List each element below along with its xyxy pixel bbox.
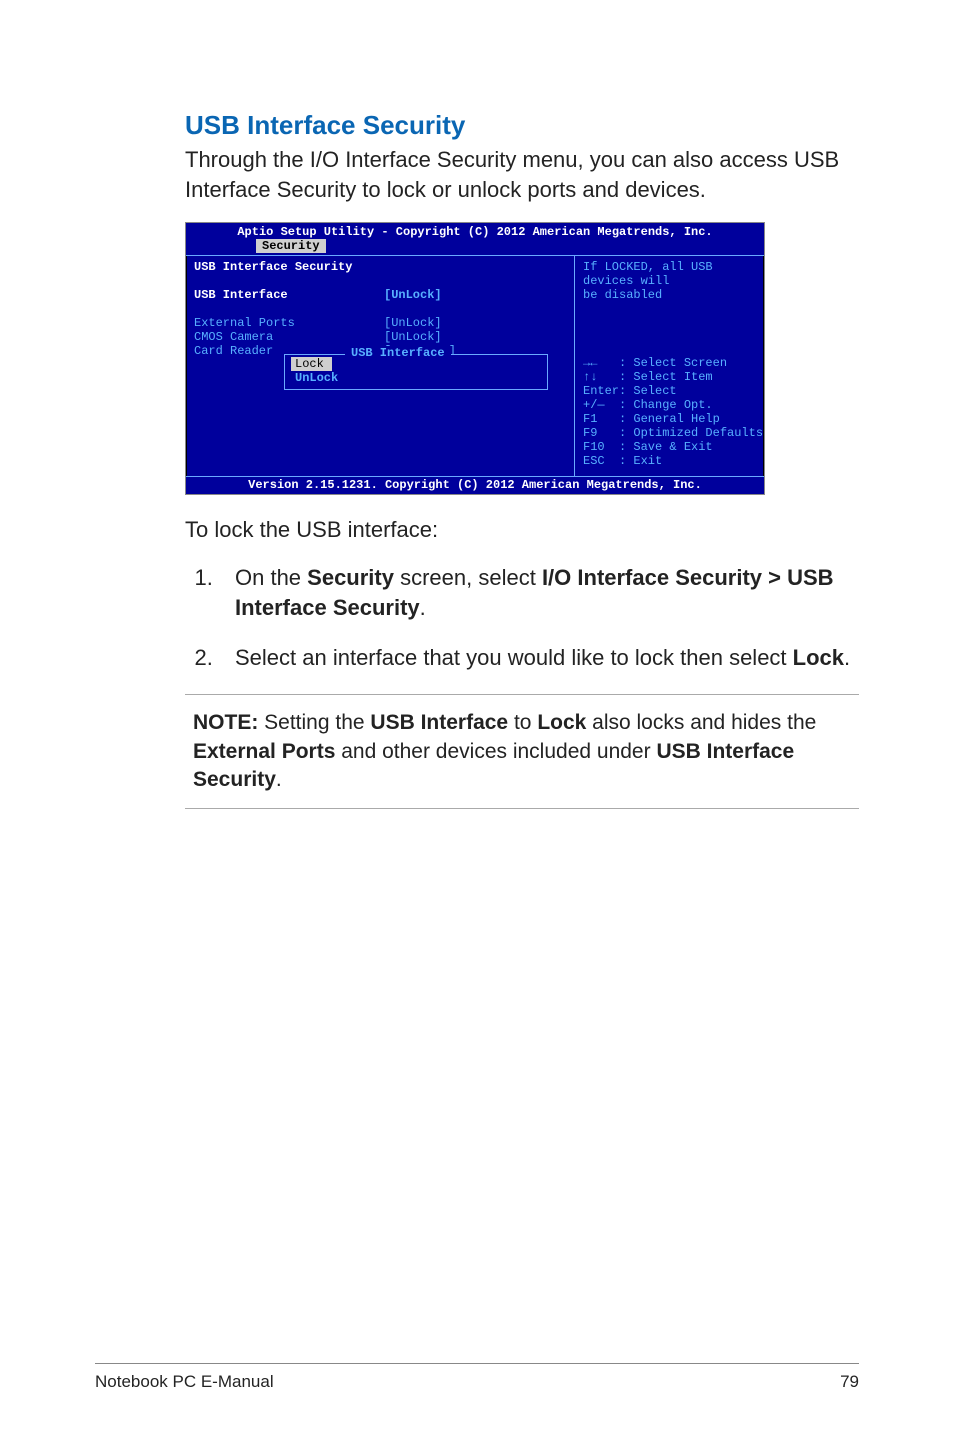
popup-option-unlock[interactable]: UnLock xyxy=(291,371,541,385)
row-value: [UnLock] xyxy=(384,316,442,330)
row-label: External Ports xyxy=(194,316,384,330)
page-footer: Notebook PC E-Manual 79 xyxy=(95,1363,859,1392)
bios-footer: Version 2.15.1231. Copyright (C) 2012 Am… xyxy=(186,477,764,494)
bios-right-pane: If LOCKED, all USB devices will be disab… xyxy=(575,256,764,476)
step-text: On the xyxy=(235,565,307,590)
note-text: to xyxy=(508,711,537,734)
bios-left-pane: USB Interface Security USB Interface [Un… xyxy=(186,256,575,476)
instruction-lead: To lock the USB interface: xyxy=(185,517,859,543)
step-2: Select an interface that you would like … xyxy=(219,643,859,673)
row-label: USB Interface xyxy=(194,288,384,302)
step-text: screen, select xyxy=(394,565,542,590)
help-exit: ESC : Exit xyxy=(583,454,758,468)
help-save-exit: F10 : Save & Exit xyxy=(583,440,758,454)
step-1: On the Security screen, select I/O Inter… xyxy=(219,563,859,622)
bios-setting-description: If LOCKED, all USB devices will be disab… xyxy=(583,260,758,302)
help-change-opt: +/— : Change Opt. xyxy=(583,398,758,412)
bios-row-cmos-camera[interactable]: CMOS Camera [UnLock] xyxy=(194,330,568,344)
row-label: CMOS Camera xyxy=(194,330,384,344)
popup-selected: Lock xyxy=(291,357,332,371)
row-value: [UnLock] xyxy=(384,330,442,344)
bold: Lock xyxy=(537,711,586,734)
bold: Security xyxy=(307,565,394,590)
bios-tab-row: Security xyxy=(186,239,764,255)
row-value: [UnLock] xyxy=(384,288,442,302)
bold: USB Interface xyxy=(370,711,508,734)
bios-screenshot: Aptio Setup Utility - Copyright (C) 2012… xyxy=(185,222,765,495)
help-optimized-defaults: F9 : Optimized Defaults xyxy=(583,426,758,440)
note-text: and other devices included under xyxy=(335,740,656,763)
bold: Lock xyxy=(793,645,844,670)
bios-row-usb-interface[interactable]: USB Interface [UnLock] xyxy=(194,288,568,302)
section-heading: USB Interface Security xyxy=(185,110,859,141)
bios-tab-security[interactable]: Security xyxy=(256,239,326,253)
help-select-item: ↑↓ : Select Item xyxy=(583,370,758,384)
note-text: also locks and hides the xyxy=(586,711,816,734)
footer-title: Notebook PC E-Manual xyxy=(95,1372,274,1392)
intro-paragraph: Through the I/O Interface Security menu,… xyxy=(185,145,859,204)
bios-row-external-ports[interactable]: External Ports [UnLock] xyxy=(194,316,568,330)
step-text: Select an interface that you would like … xyxy=(235,645,793,670)
footer-page-number: 79 xyxy=(840,1372,859,1392)
note-label: NOTE: xyxy=(193,711,258,734)
note-text: Setting the xyxy=(258,711,370,734)
bold: External Ports xyxy=(193,740,335,763)
step-text: . xyxy=(844,645,850,670)
note-text: . xyxy=(276,768,282,791)
help-enter-select: Enter: Select xyxy=(583,384,758,398)
help-general-help: F1 : General Help xyxy=(583,412,758,426)
steps-list: On the Security screen, select I/O Inter… xyxy=(185,563,859,672)
note-box: NOTE: Setting the USB Interface to Lock … xyxy=(185,694,859,809)
bios-header: Aptio Setup Utility - Copyright (C) 2012… xyxy=(186,223,764,239)
step-text: . xyxy=(420,595,426,620)
help-select-screen: →← : Select Screen xyxy=(583,356,758,370)
bios-panel-title: USB Interface Security xyxy=(194,260,384,274)
popup-title: USB Interface xyxy=(345,346,451,360)
bios-popup-usb-interface: USB Interface Lock UnLock xyxy=(284,354,548,390)
